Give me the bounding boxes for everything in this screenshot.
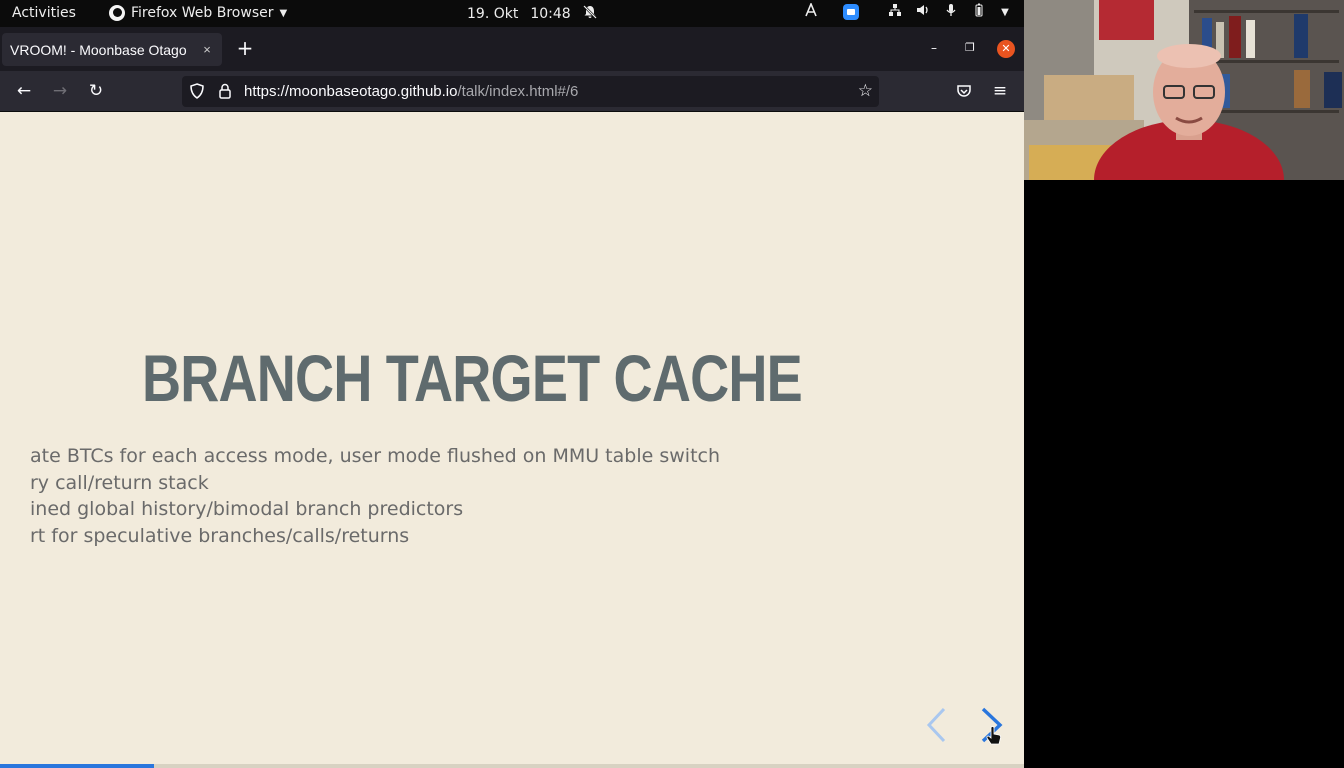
list-item: rt for speculative branches/calls/return…	[30, 524, 410, 547]
microphone-icon[interactable]	[940, 3, 962, 21]
new-tab-button[interactable]: +	[235, 38, 255, 60]
url-bar[interactable]: https://moonbaseotago.github.io/talk/ind…	[182, 76, 879, 107]
system-top-bar: Activities Firefox Web Browser ▼ 19. Okt…	[0, 0, 1024, 27]
app-menu-label: Firefox Web Browser	[131, 5, 274, 21]
navigation-toolbar: ← → ↻ https://moonbaseotago.github.io/ta…	[0, 71, 1024, 112]
tab-active[interactable]: VROOM! - Moonbase Otago ×	[2, 33, 222, 66]
minimize-icon[interactable]: –	[931, 41, 937, 55]
tab-strip: VROOM! - Moonbase Otago × + – ❐ ✕	[0, 27, 1024, 71]
volume-icon[interactable]	[912, 3, 934, 21]
webcam-video-image	[1024, 0, 1344, 180]
back-icon[interactable]: ←	[13, 80, 35, 102]
slide-bullet-list: ate BTCs for each access mode, user mode…	[30, 443, 720, 549]
tab-title: VROOM! - Moonbase Otago	[10, 41, 187, 58]
presentation-slide: BRANCH TARGET CACHE ate BTCs for each ac…	[0, 112, 1024, 768]
zoom-app-icon[interactable]	[840, 4, 862, 20]
bookmark-star-icon[interactable]: ☆	[858, 81, 873, 101]
firefox-icon	[109, 5, 125, 21]
accessibility-icon[interactable]	[800, 1, 822, 21]
close-tab-icon[interactable]: ×	[198, 42, 216, 57]
system-tray[interactable]: ▼	[800, 1, 1024, 21]
tracking-protection-icon[interactable]	[188, 82, 206, 100]
presenter-webcam	[1024, 0, 1344, 180]
notifications-muted-icon	[582, 5, 597, 23]
activities-button[interactable]: Activities	[12, 5, 76, 21]
slide-progress-fill	[0, 764, 154, 768]
list-item: ry call/return stack	[30, 471, 209, 494]
app-menu[interactable]: Firefox Web Browser ▼	[109, 5, 287, 21]
network-icon[interactable]	[884, 3, 906, 21]
slide-title: BRANCH TARGET CACHE	[142, 341, 803, 415]
url-text[interactable]: https://moonbaseotago.github.io/talk/ind…	[244, 83, 578, 100]
pocket-icon[interactable]	[953, 80, 975, 102]
reload-icon[interactable]: ↻	[85, 80, 107, 102]
url-domain: https://moonbaseotago.github.io	[244, 83, 458, 100]
restore-icon[interactable]: ❐	[965, 41, 975, 54]
slide-progress-bar	[0, 764, 1024, 768]
hamburger-menu-icon[interactable]: ≡	[989, 80, 1011, 102]
lock-icon[interactable]	[216, 82, 234, 100]
chevron-down-icon: ▼	[279, 7, 288, 19]
list-item: ate BTCs for each access mode, user mode…	[30, 445, 721, 467]
window-close-icon[interactable]: ✕	[997, 40, 1015, 58]
battery-icon[interactable]	[968, 3, 990, 21]
date-label: 19. Okt	[467, 6, 519, 22]
url-path: /talk/index.html#/6	[457, 83, 579, 100]
list-item: ined global history/bimodal branch predi…	[30, 498, 464, 520]
time-label: 10:48	[530, 6, 571, 22]
system-menu-caret-icon[interactable]: ▼	[994, 7, 1016, 18]
previous-slide-arrow-icon[interactable]	[924, 706, 948, 744]
clock[interactable]: 19. Okt 10:48	[467, 5, 597, 23]
forward-icon[interactable]: →	[49, 80, 71, 102]
hand-cursor-icon	[986, 726, 1001, 745]
